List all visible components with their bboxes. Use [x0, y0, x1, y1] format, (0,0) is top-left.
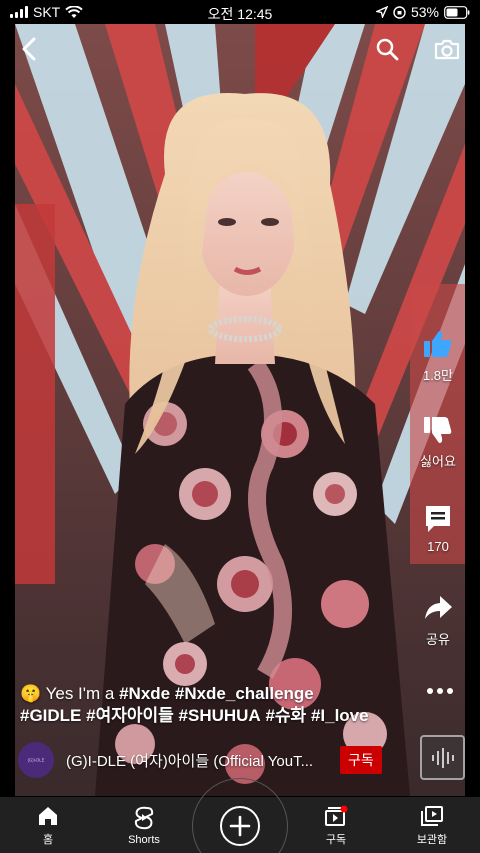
hashtag-link[interactable]: #Nxde	[119, 684, 170, 703]
sound-thumbnail[interactable]	[420, 735, 465, 780]
hashtag-link[interactable]: #슈화	[265, 706, 306, 725]
thumbs-down-icon	[424, 417, 452, 443]
hashtag-link[interactable]: #SHUHUA	[179, 706, 261, 725]
battery-percent: 53%	[410, 4, 439, 20]
video-caption[interactable]: 🤫 Yes I'm a #Nxde #Nxde_challenge #GIDLE…	[20, 683, 415, 727]
subscriptions-icon	[325, 805, 348, 826]
share-icon	[425, 596, 452, 619]
back-button[interactable]	[14, 34, 44, 64]
caption-text: Yes I'm a	[45, 684, 120, 703]
camera-icon	[434, 39, 460, 60]
search-button[interactable]	[372, 34, 402, 64]
nav-home[interactable]: 홈	[0, 797, 96, 853]
status-bar: SKT 오전 12:45 53%	[0, 0, 480, 24]
share-button[interactable]: 공유	[408, 592, 468, 648]
channel-avatar[interactable]: (G)I-DLE	[18, 742, 54, 778]
nav-shorts[interactable]: Shorts	[96, 797, 192, 853]
more-dot-icon	[447, 688, 453, 694]
subscribe-button[interactable]: 구독	[340, 746, 382, 774]
nav-library-label: 보관함	[416, 834, 448, 846]
comment-count: 170	[427, 539, 449, 554]
nav-shorts-label: Shorts	[128, 834, 160, 846]
nav-subscriptions-label: 구독	[325, 834, 347, 846]
thumbs-up-icon	[424, 331, 452, 357]
chevron-left-icon	[22, 37, 36, 61]
location-icon	[375, 6, 388, 18]
hashtag-link[interactable]: #I_love	[311, 706, 369, 725]
hashtag-link[interactable]: #Nxde_challenge	[175, 684, 314, 703]
more-options-button[interactable]	[427, 688, 453, 694]
avatar-logo-text: (G)I-DLE	[27, 757, 45, 763]
caption-emoji: 🤫	[20, 684, 42, 703]
channel-name[interactable]: (G)I-DLE (여자)아이들 (Official YouT...	[66, 750, 336, 771]
nav-subscriptions[interactable]: 구독	[288, 797, 384, 853]
battery-icon	[444, 5, 470, 19]
dislike-label: 싫어요	[420, 454, 456, 469]
video-frame	[15, 24, 465, 796]
hashtag-link[interactable]: #여자아이들	[86, 706, 174, 725]
plus-icon	[229, 815, 251, 837]
more-dot-icon	[427, 688, 433, 694]
audio-waveform-icon	[431, 747, 454, 768]
like-count: 1.8만	[422, 368, 454, 383]
nav-home-label: 홈	[42, 834, 54, 846]
comments-button[interactable]: 170	[408, 502, 468, 554]
home-icon	[39, 807, 57, 825]
search-icon	[376, 38, 399, 61]
library-icon	[421, 806, 443, 826]
channel-row: (G)I-DLE (G)I-DLE (여자)아이들 (Official YouT…	[18, 742, 408, 778]
orientation-lock-icon	[393, 5, 406, 19]
dislike-button[interactable]: 싫어요	[408, 414, 468, 470]
hashtag-link[interactable]: #GIDLE	[20, 706, 81, 725]
more-dot-icon	[437, 688, 443, 694]
short-video-player[interactable]	[15, 24, 465, 796]
nav-library[interactable]: 보관함	[384, 797, 480, 853]
share-label: 공유	[426, 632, 450, 647]
comment-icon	[426, 506, 450, 532]
shorts-icon	[134, 806, 154, 830]
like-button[interactable]: 1.8만	[408, 328, 468, 384]
camera-button[interactable]	[432, 34, 462, 64]
